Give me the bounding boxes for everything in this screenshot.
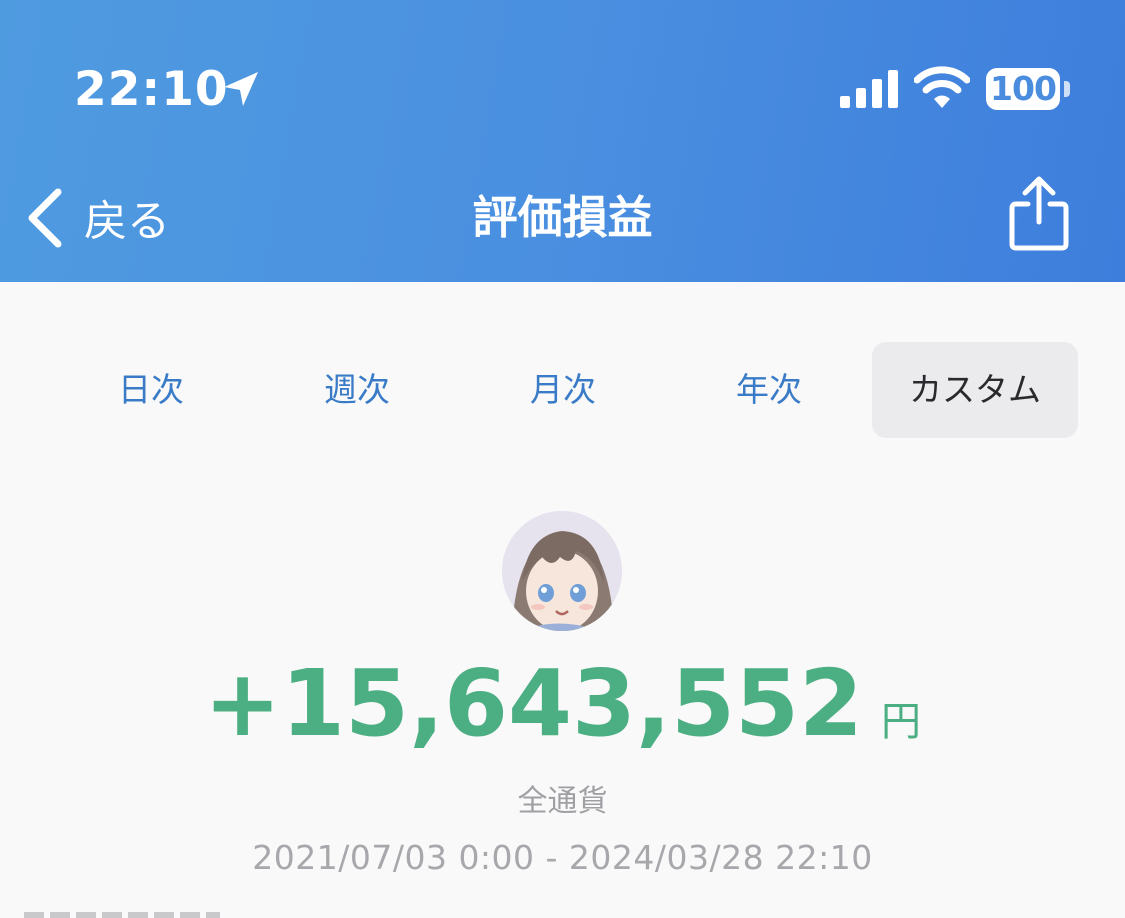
battery-icon: 100 — [986, 68, 1062, 110]
cellular-signal-icon — [840, 70, 898, 108]
avatar-illustration — [502, 511, 622, 631]
tab-custom[interactable]: カスタム — [872, 342, 1078, 438]
currency-unit: 円 — [881, 699, 922, 745]
tab-daily[interactable]: 日次 — [48, 342, 254, 438]
battery-level: 100 — [986, 68, 1060, 110]
currency-scope: 全通貨 — [517, 784, 608, 819]
profit-amount-row: +15,643,552 円 — [0, 650, 1125, 757]
tab-monthly[interactable]: 月次 — [460, 342, 666, 438]
tab-yearly[interactable]: 年次 — [666, 342, 872, 438]
period-segmented-control: 日次 週次 月次 年次 カスタム — [48, 342, 1078, 438]
share-icon[interactable] — [1006, 174, 1072, 254]
page-title: 評価損益 — [472, 191, 653, 244]
tab-weekly[interactable]: 週次 — [254, 342, 460, 438]
avatar — [502, 511, 622, 631]
partial-text-below — [24, 910, 220, 918]
status-time: 22:10 — [74, 62, 229, 117]
wifi-icon — [914, 66, 970, 108]
date-range: 2021/07/03 0:00 - 2024/03/28 22:10 — [252, 838, 873, 877]
battery-tip — [1064, 81, 1070, 97]
navigation-header: 22:10 100 戻る 評価損益 — [0, 0, 1125, 282]
profit-amount: +15,643,552 — [203, 650, 864, 757]
location-arrow-icon — [224, 72, 258, 106]
